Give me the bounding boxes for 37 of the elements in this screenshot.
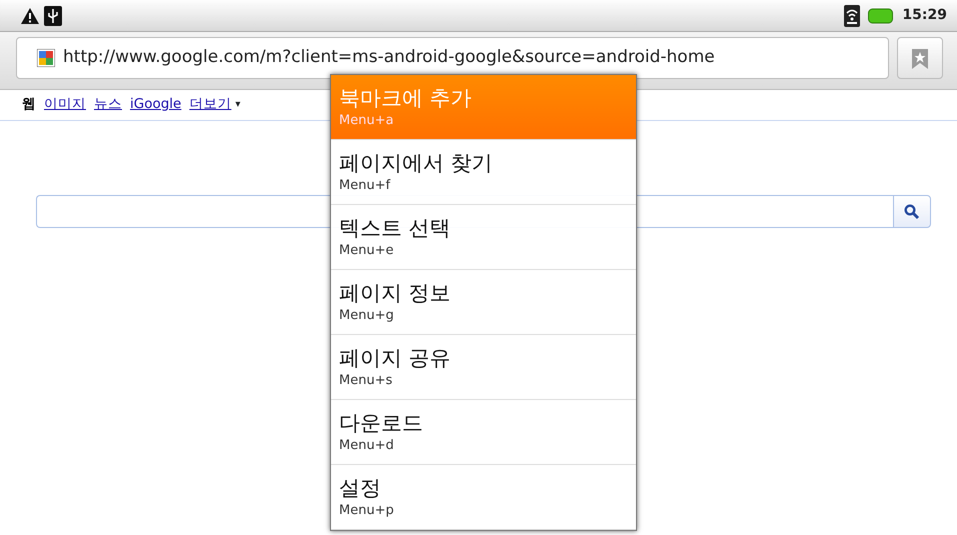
nav-link-text[interactable]: 이미지 bbox=[44, 94, 86, 114]
shortcut-text: Menu+s bbox=[339, 372, 394, 390]
shortcut-text: Menu+a bbox=[339, 112, 395, 130]
menu-item-label: 페이지 공유 bbox=[339, 345, 452, 372]
menu-item[interactable]: 페이지 정보 Menu+g bbox=[331, 270, 636, 335]
shortcut-text: Menu+d bbox=[339, 437, 395, 455]
warning-icon bbox=[20, 6, 40, 24]
bookmark-star-icon bbox=[911, 48, 929, 70]
menu-item-label: 페이지 정보 bbox=[339, 280, 452, 307]
bookmark-button[interactable] bbox=[897, 37, 943, 79]
menu-item-label: 북마크에 추가 bbox=[339, 85, 473, 112]
nav-tab[interactable]: 웹 bbox=[22, 94, 36, 114]
menu-item-label: 다운로드 bbox=[339, 410, 424, 437]
search-button[interactable] bbox=[893, 195, 931, 228]
site-favicon-icon bbox=[37, 49, 55, 67]
menu-item[interactable]: 설정 Menu+p bbox=[331, 465, 636, 530]
url-field[interactable]: http://www.google.com/m?client=ms-android-google&source=android-home bbox=[16, 37, 889, 79]
search-icon bbox=[904, 204, 920, 220]
nav-link-text[interactable]: iGoogle bbox=[130, 94, 182, 114]
shortcut-text: Menu+g bbox=[339, 307, 395, 325]
menu-item-label: 텍스트 선택 bbox=[339, 215, 452, 242]
wifi-icon bbox=[844, 4, 860, 26]
shortcut-text: Menu+e bbox=[339, 242, 395, 260]
menu-item[interactable]: 페이지 공유 Menu+s bbox=[331, 335, 636, 400]
menu-item[interactable]: 텍스트 선택 Menu+e bbox=[331, 205, 636, 270]
menu-item-label: 설정 bbox=[339, 475, 382, 502]
shortcut-text: Menu+f bbox=[339, 177, 392, 195]
nav-link-text[interactable]: 더보기 bbox=[189, 94, 232, 114]
menu-item[interactable]: 다운로드 Menu+d bbox=[331, 400, 636, 465]
shortcut-text: Menu+p bbox=[339, 502, 395, 520]
caret-icon[interactable]: ▾ bbox=[235, 96, 240, 112]
clock-time: 15:29 bbox=[902, 6, 947, 25]
nav-link-text[interactable]: 뉴스 bbox=[94, 94, 122, 114]
menu-item-label: 페이지에서 찾기 bbox=[339, 150, 494, 177]
battery-icon bbox=[868, 8, 894, 24]
menu-item[interactable]: 페이지에서 찾기 Menu+f bbox=[331, 140, 636, 205]
usb-icon bbox=[44, 6, 62, 26]
